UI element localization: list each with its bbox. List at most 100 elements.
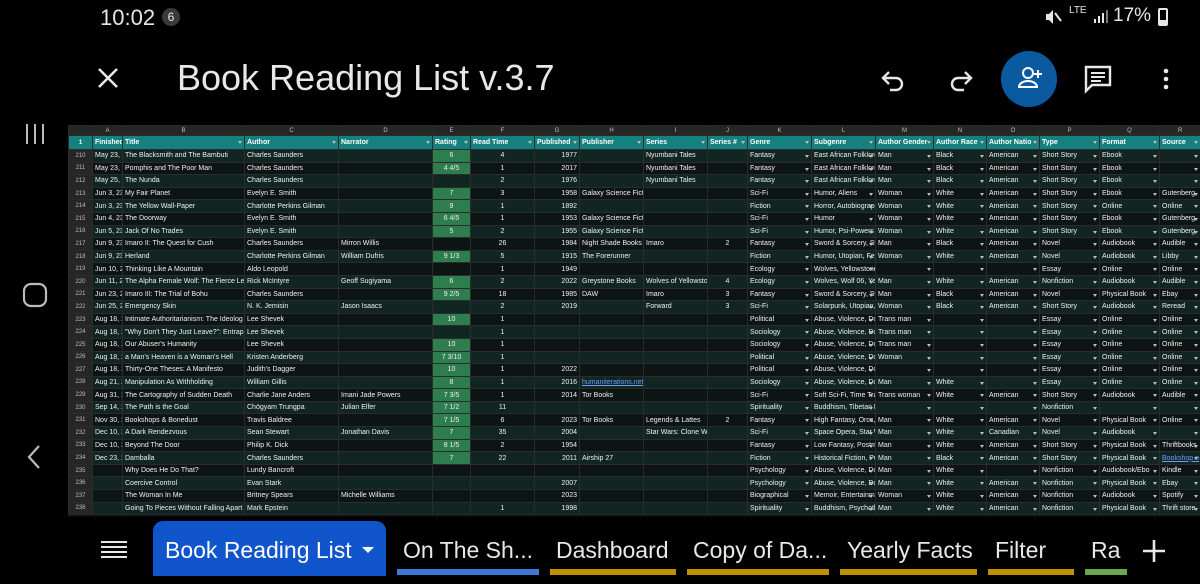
row-number[interactable]: 224 — [68, 325, 93, 339]
cell-a[interactable]: Jun 9, 23 — [92, 237, 123, 251]
cell-k[interactable]: Sci-Fi — [747, 224, 812, 239]
cell-f[interactable]: 2 — [470, 274, 535, 289]
column-letter[interactable]: C — [244, 125, 339, 136]
cell-o[interactable]: White — [933, 476, 987, 491]
cell-r[interactable]: Audiobook — [1099, 300, 1160, 314]
cell-k[interactable]: Sci-Fi — [747, 426, 812, 440]
cell-k[interactable]: Sci-Fi — [747, 300, 812, 314]
row-number[interactable]: 234 — [68, 451, 93, 465]
row-number[interactable]: 232 — [68, 426, 93, 440]
cell-b[interactable]: Herland — [122, 249, 245, 264]
cell-o[interactable]: Black — [933, 451, 987, 465]
cell-g[interactable] — [534, 463, 580, 478]
row-number[interactable]: 230 — [68, 400, 93, 415]
cell-i[interactable] — [643, 350, 708, 365]
cell-j[interactable] — [707, 149, 748, 163]
row-number[interactable]: 227 — [68, 363, 93, 377]
cell-j[interactable]: 4 — [707, 274, 748, 289]
header-cell[interactable]: Genre — [747, 135, 812, 150]
cell-r[interactable]: Physical Book — [1099, 501, 1160, 516]
cell-q[interactable]: Novel — [1039, 413, 1100, 428]
column-letter[interactable]: G — [534, 125, 580, 136]
header-cell[interactable]: Subgenre — [811, 135, 876, 150]
cell-o[interactable] — [933, 350, 987, 365]
cell-h[interactable]: Night Shade Books — [579, 237, 644, 251]
cell-h[interactable]: Tor Books — [579, 413, 644, 428]
cell-j[interactable]: 3 — [707, 300, 748, 314]
cell-e[interactable] — [432, 262, 471, 276]
cell-e[interactable] — [432, 174, 471, 188]
cell-j[interactable]: 3 — [707, 287, 748, 302]
cell-j[interactable] — [707, 426, 748, 440]
cell-q[interactable]: Nonfiction — [1039, 400, 1100, 415]
cell-e[interactable] — [432, 463, 471, 478]
cell-s[interactable]: Audible — [1159, 237, 1200, 251]
cell-s[interactable]: Spotify — [1159, 489, 1200, 503]
tab-yearly-facts[interactable]: Yearly Facts — [840, 517, 977, 581]
cell-b[interactable]: The Alpha Female Wolf: The Fierce Leg — [122, 274, 245, 289]
cell-k[interactable]: Sociology — [747, 325, 812, 339]
cell-a[interactable]: Aug 18, 23 — [92, 350, 123, 365]
cell-r[interactable]: Online — [1099, 337, 1160, 352]
cell-j[interactable] — [707, 451, 748, 465]
cell-j[interactable] — [707, 350, 748, 365]
cell-p[interactable]: American — [986, 186, 1040, 201]
cell-f[interactable]: 11 — [470, 400, 535, 415]
cell-i[interactable] — [643, 262, 708, 276]
cell-a[interactable]: Aug 18, 23 — [92, 337, 123, 352]
cell-m[interactable]: Man — [875, 476, 934, 491]
cell-h[interactable]: Tor Books — [579, 388, 644, 402]
cell-b[interactable]: A Dark Rendezvous — [122, 426, 245, 440]
cell-a[interactable]: May 25, 23 — [92, 174, 123, 188]
row-number[interactable]: 238 — [68, 501, 93, 516]
header-cell[interactable]: Format — [1099, 135, 1160, 150]
cell-j[interactable] — [707, 325, 748, 339]
cell-a[interactable]: Jun 3, 23 — [92, 186, 123, 201]
cell-j[interactable] — [707, 489, 748, 503]
cell-m[interactable]: Man — [875, 274, 934, 289]
cell-f[interactable] — [470, 463, 535, 478]
cell-d[interactable] — [338, 161, 433, 176]
cell-c[interactable]: Britney Spears — [244, 489, 339, 503]
cell-l[interactable]: Memoir, Entertainm — [811, 489, 876, 503]
list-icon[interactable] — [101, 540, 127, 560]
cell-r[interactable]: Audiobook — [1099, 274, 1160, 289]
cell-m[interactable]: Woman — [875, 224, 934, 239]
cell-a[interactable]: Sep 14, 23 — [92, 400, 123, 415]
column-letter[interactable]: E — [432, 125, 471, 136]
cell-r[interactable]: Ebook — [1099, 211, 1160, 226]
cell-q[interactable]: Short Story — [1039, 174, 1100, 188]
cell-b[interactable]: Our Abuser's Humanity — [122, 337, 245, 352]
cell-f[interactable]: 2 — [470, 300, 535, 314]
cell-a[interactable]: Aug 18, 23 — [92, 312, 123, 327]
header-cell[interactable]: Author — [244, 135, 339, 150]
cell-d[interactable] — [338, 287, 433, 302]
cell-d[interactable] — [338, 312, 433, 327]
cell-p[interactable]: American — [986, 476, 1040, 491]
cell-g[interactable]: 1955 — [534, 224, 580, 239]
cell-q[interactable]: Novel — [1039, 237, 1100, 251]
cell-l[interactable]: Abuse, Violence, Dc — [811, 476, 876, 491]
cell-d[interactable] — [338, 199, 433, 213]
cell-f[interactable]: 1 — [470, 325, 535, 339]
cell-s[interactable]: Audible — [1159, 388, 1200, 402]
cell-o[interactable]: White — [933, 199, 987, 213]
cell-e[interactable]: 9 2/5 — [432, 287, 471, 302]
cell-h[interactable]: Galaxy Science Fiction — [579, 211, 644, 226]
cell-o[interactable]: Black — [933, 149, 987, 163]
cell-o[interactable]: Black — [933, 237, 987, 251]
cell-g[interactable]: 1892 — [534, 199, 580, 213]
cell-p[interactable]: American — [986, 489, 1040, 503]
cell-k[interactable]: Fiction — [747, 199, 812, 213]
column-letter[interactable]: P — [1039, 125, 1100, 136]
cell-k[interactable]: Sci-Fi — [747, 211, 812, 226]
cell-o[interactable]: White — [933, 438, 987, 453]
column-letter[interactable]: N — [933, 125, 987, 136]
cell-m[interactable] — [875, 262, 934, 276]
cell-l[interactable]: Horror, Autobiograp — [811, 199, 876, 213]
cell-e[interactable] — [432, 325, 471, 339]
cell-i[interactable]: Legends & Lattes — [643, 413, 708, 428]
cell-r[interactable]: Online — [1099, 312, 1160, 327]
cell-r[interactable]: Physical Book — [1099, 451, 1160, 465]
header-cell[interactable]: Rating — [432, 135, 471, 150]
